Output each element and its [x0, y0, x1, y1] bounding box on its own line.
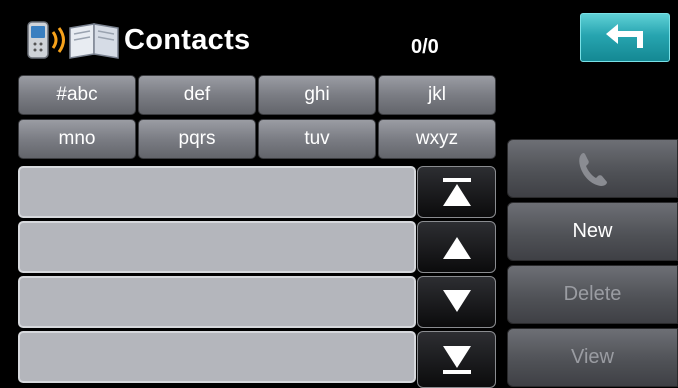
list-item[interactable] [18, 276, 416, 328]
list-item[interactable] [18, 221, 416, 273]
scroll-bottom-button[interactable] [417, 331, 496, 388]
scroll-top-button[interactable] [417, 166, 496, 218]
filter-tab-jkl[interactable]: jkl [378, 75, 496, 115]
filter-tab-def[interactable]: def [138, 75, 256, 115]
back-arrow-icon [606, 23, 643, 48]
contact-count: 0/0 [411, 36, 439, 58]
filter-tab-mno[interactable]: mno [18, 119, 136, 159]
new-contact-button[interactable]: New [507, 202, 678, 261]
scroll-down-icon [442, 290, 471, 312]
phone-contacts-icon [26, 20, 120, 60]
list-item[interactable] [18, 166, 416, 218]
call-button[interactable] [507, 139, 678, 198]
filter-tab-pqrs[interactable]: pqrs [138, 119, 256, 159]
filter-tab-tuv[interactable]: tuv [258, 119, 376, 159]
list-item[interactable] [18, 331, 416, 383]
back-button[interactable] [580, 13, 670, 62]
page-title: Contacts [124, 24, 251, 56]
filter-tab-ghi[interactable]: ghi [258, 75, 376, 115]
phone-handset-icon [578, 152, 607, 186]
filter-tab-abc[interactable]: #abc [18, 75, 136, 115]
filter-tab-wxyz[interactable]: wxyz [378, 119, 496, 159]
scroll-up-icon [442, 237, 471, 259]
scroll-bottom-icon [442, 345, 471, 374]
scroll-down-button[interactable] [417, 276, 496, 328]
scroll-up-button[interactable] [417, 221, 496, 273]
scroll-top-icon [442, 178, 471, 206]
delete-contact-button[interactable]: Delete [507, 265, 678, 324]
view-contact-button[interactable]: View [507, 328, 678, 387]
